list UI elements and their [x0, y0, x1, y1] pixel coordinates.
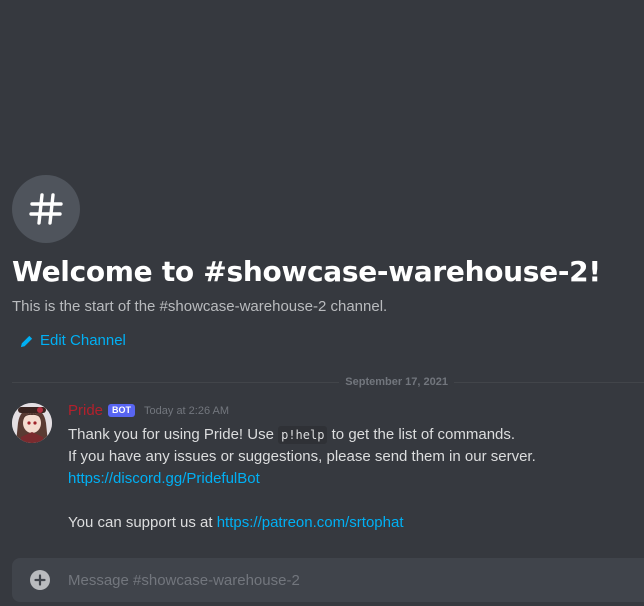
welcome-title: Welcome to #showcase-warehouse-2! [12, 255, 601, 288]
pencil-icon [20, 335, 33, 347]
date-divider: September 17, 2021 [12, 373, 644, 391]
edit-channel-label: Edit Channel [40, 332, 126, 349]
message-text: to get the list of commands. [327, 426, 516, 443]
avatar-image [12, 403, 52, 443]
patreon-link[interactable]: https://patreon.com/srtophat [217, 514, 404, 531]
message-line: https://discord.gg/PridefulBot [68, 468, 536, 490]
author-name[interactable]: Pride [68, 402, 103, 419]
inline-code: p!help [278, 426, 328, 444]
edit-channel-button[interactable]: Edit Channel [19, 331, 126, 351]
avatar[interactable] [12, 403, 52, 443]
message-content: Thank you for using Pride! Use p!help to… [68, 424, 536, 534]
message-line: You can support us at https://patreon.co… [68, 512, 536, 534]
message-header: Pride BOT Today at 2:26 AM [68, 402, 229, 419]
message-composer [12, 558, 644, 602]
message-text: You can support us at [68, 514, 217, 531]
plus-circle-icon [34, 574, 46, 586]
divider-line-right [454, 381, 644, 383]
attach-button[interactable] [30, 570, 50, 590]
welcome-subtitle: This is the start of the #showcase-wareh… [12, 298, 388, 315]
message-line: If you have any issues or suggestions, p… [68, 448, 536, 465]
channel-icon [12, 175, 80, 243]
chat-view: Welcome to #showcase-warehouse-2! This i… [0, 0, 644, 606]
message-timestamp: Today at 2:26 AM [144, 404, 230, 417]
divider-date: September 17, 2021 [345, 376, 448, 388]
server-invite-link[interactable]: https://discord.gg/PridefulBot [68, 470, 260, 487]
hash-icon [29, 193, 63, 225]
bot-badge: BOT [108, 404, 136, 417]
message-input[interactable] [68, 560, 644, 600]
message-text: Thank you for using Pride! Use [68, 426, 279, 443]
divider-line-left [12, 381, 340, 383]
message-line: Thank you for using Pride! Use p!help to… [68, 424, 536, 446]
